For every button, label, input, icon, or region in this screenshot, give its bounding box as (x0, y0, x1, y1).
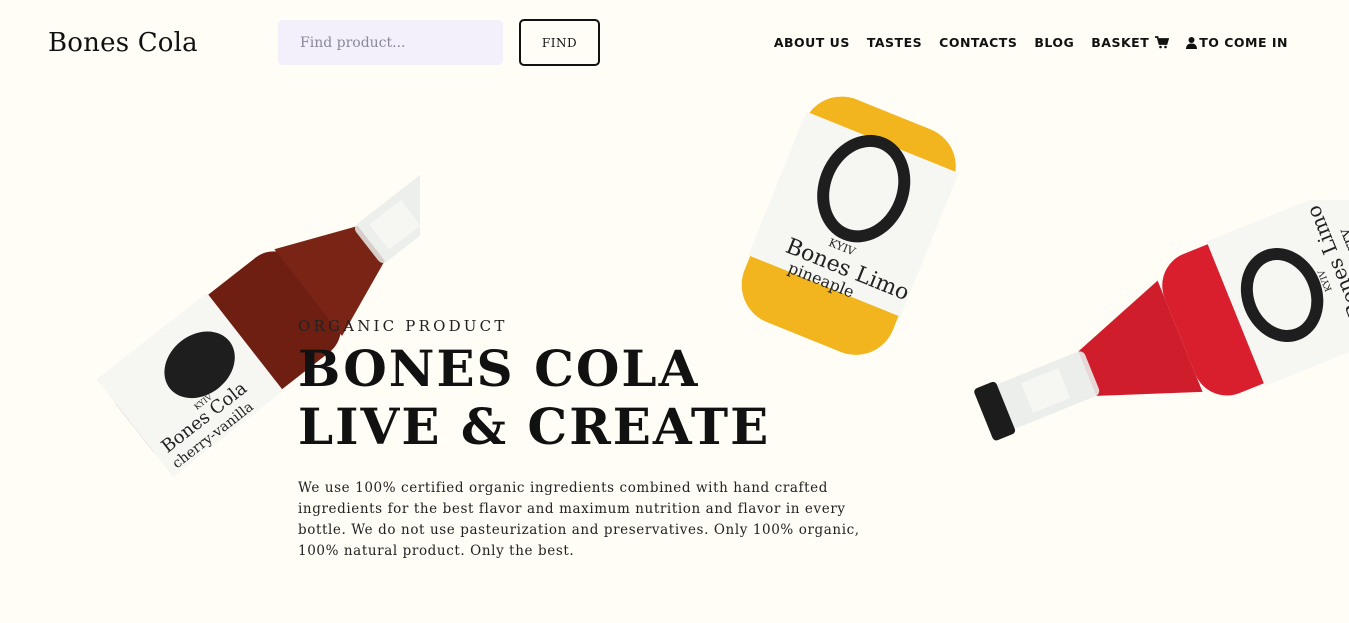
nav-label: TO COME IN (1199, 35, 1288, 50)
search-input[interactable] (278, 20, 503, 65)
nav-label: TASTES (866, 35, 923, 50)
hero-eyebrow: ORGANIC PRODUCT (298, 317, 508, 335)
cart-icon (1155, 36, 1170, 49)
bottle-image-blackberry: KYIV Bones Limo blackberry (905, 200, 1349, 500)
user-icon (1186, 36, 1198, 49)
hero-title: BONES COLA LIVE & CREATE (298, 340, 770, 456)
nav-about-us[interactable]: ABOUT US (774, 35, 850, 50)
nav-label: CONTACTS (939, 35, 1018, 50)
logo[interactable]: Bones Cola (48, 28, 198, 58)
hero-description: We use 100% certified organic ingredient… (298, 480, 860, 559)
nav-login[interactable]: TO COME IN (1186, 35, 1288, 50)
main-nav: ABOUT US TASTES CONTACTS BLOG BASKET TO … (774, 35, 1288, 50)
nav-tastes[interactable]: TASTES (867, 35, 922, 50)
find-button[interactable]: FIND (519, 19, 600, 66)
hero-title-line-1: BONES COLA (298, 339, 700, 398)
nav-label: BLOG (1034, 35, 1075, 50)
nav-label: BASKET (1091, 35, 1150, 50)
nav-contacts[interactable]: CONTACTS (939, 35, 1017, 50)
nav-blog[interactable]: BLOG (1034, 35, 1074, 50)
nav-label: ABOUT US (773, 35, 850, 50)
hero-title-line-2: LIVE & CREATE (298, 397, 771, 456)
nav-basket[interactable]: BASKET (1091, 35, 1170, 50)
